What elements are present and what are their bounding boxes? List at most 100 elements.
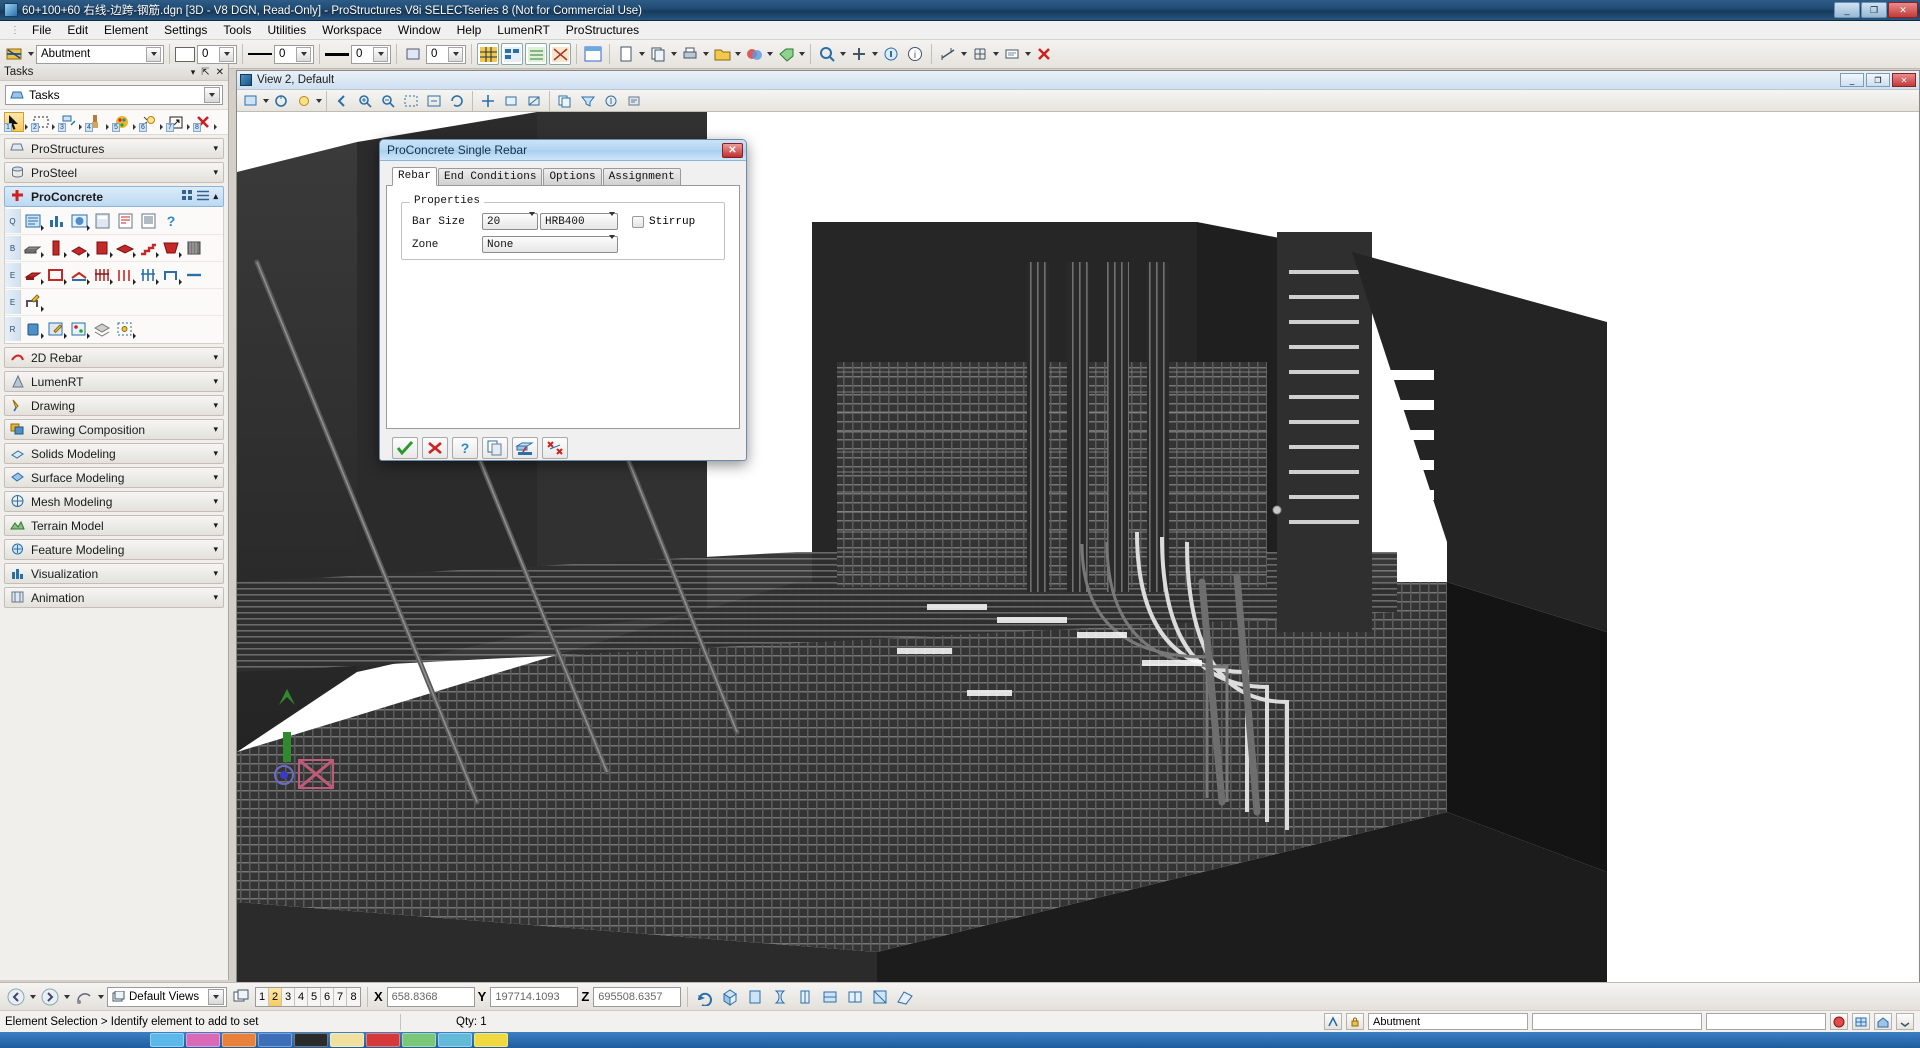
menu-item-settings[interactable]: Settings [156,21,215,39]
grid-snap-caret[interactable] [993,52,999,56]
single-rebar-icon[interactable] [22,264,44,286]
view-attributes-icon[interactable] [240,90,262,112]
menu-item-help[interactable]: Help [449,21,490,39]
edit-shape-icon[interactable] [45,318,67,340]
alert-icon[interactable] [1830,1013,1848,1030]
references-icon[interactable] [549,43,571,65]
tasks-panel-pin-icon[interactable]: ⇱ [201,67,209,78]
view-number-4[interactable]: 4 [295,987,308,1006]
concrete-wall-icon[interactable] [91,237,113,259]
chevron-down-icon[interactable]: ▾ [213,544,218,555]
rebar-help-icon[interactable]: ? [160,210,182,232]
concrete-custom-icon[interactable] [183,237,205,259]
fence-expand-arrow[interactable] [52,114,57,130]
view-number-5[interactable]: 5 [308,987,321,1006]
color-combo[interactable]: 0 [197,44,237,64]
tab-end-conditions[interactable]: End Conditions [438,168,543,185]
level-combo[interactable]: Abutment [36,44,164,64]
rebar-spacing-icon[interactable] [137,264,159,286]
table-icon[interactable] [1852,1013,1870,1030]
rebar-edit-icon[interactable] [22,291,44,313]
manipulate-expand-arrow[interactable] [79,114,84,130]
bar-size-caret-icon[interactable] [523,211,535,228]
view-top-icon[interactable] [744,986,766,1008]
sidebar-item-drawing-composition[interactable]: Drawing Composition ▾ [4,419,224,440]
view-window-icon[interactable] [582,43,604,65]
info-icon[interactable]: i [904,43,926,65]
place-on-solid-button[interactable] [512,437,538,459]
sidebar-item-terrain-model[interactable]: Terrain Model ▾ [4,515,224,536]
measure-distance-icon[interactable] [937,43,959,65]
element-selection-expand-arrow[interactable] [25,114,30,130]
rebar-list-icon[interactable] [137,210,159,232]
concrete-column-icon[interactable] [45,237,67,259]
delete-element-tool[interactable]: 8 [193,112,213,132]
sidebar-item-solids-modeling[interactable]: Solids Modeling ▾ [4,443,224,464]
zoom-out-icon[interactable] [377,90,399,112]
chevron-down-icon[interactable]: ▾ [213,496,218,507]
pan-view-icon[interactable] [477,90,499,112]
concrete-slab-icon[interactable] [114,237,136,259]
new-file-caret[interactable] [639,52,645,56]
folder-icon[interactable] [711,43,733,65]
grade-caret-icon[interactable] [603,211,615,228]
taskbar-item[interactable] [474,1033,508,1047]
display-style-icon[interactable] [293,90,315,112]
apply-button[interactable] [392,437,418,459]
copy-view-icon[interactable] [554,90,576,112]
tags-icon[interactable] [775,43,797,65]
update-view-icon[interactable] [270,90,292,112]
measure-caret[interactable] [961,52,967,56]
close-button[interactable]: ✕ [1888,2,1918,18]
palette-expand-arrow[interactable] [133,114,138,130]
view-number-6[interactable]: 6 [321,987,334,1006]
view-number-2[interactable]: 2 [269,987,282,1006]
snap-icon[interactable] [1324,1013,1342,1030]
analyze-icon[interactable] [880,43,902,65]
concrete-channel-icon[interactable] [160,237,182,259]
rebar-3d-icon[interactable] [68,210,90,232]
fence-tool[interactable]: 2 [31,112,51,132]
coordinate-z-value[interactable]: 695508.6357 [593,986,682,1007]
concrete-footing-icon[interactable] [68,237,90,259]
weight-combo-caret[interactable] [373,46,388,62]
concrete-beam-icon[interactable] [22,237,44,259]
view-clip-icon[interactable] [500,90,522,112]
menu-item-file[interactable]: File [24,21,59,39]
rebar-mesh-icon[interactable] [68,264,90,286]
filter-icon[interactable] [577,90,599,112]
groups-expand-arrow[interactable] [187,114,192,130]
rebar-distribution-icon[interactable] [114,264,136,286]
sidebar-item-visualization[interactable]: Visualization ▾ [4,563,224,584]
copy-paste-icon[interactable] [647,43,669,65]
sidebar-item-proconcrete[interactable]: ProConcrete ▴ [4,186,224,207]
chevron-up-icon[interactable]: ▴ [213,191,218,202]
level-manager-icon[interactable] [525,43,547,65]
points-grid-icon[interactable] [114,318,136,340]
colors-icon[interactable] [743,43,765,65]
back-arrow-icon[interactable] [5,986,27,1008]
measure-expand-arrow[interactable] [160,114,165,130]
maximize-button[interactable]: ❐ [1861,2,1887,18]
colors-caret[interactable] [767,52,773,56]
stirrup-checkbox[interactable] [632,215,644,228]
view-number-8[interactable]: 8 [347,987,360,1006]
active-level-icon[interactable] [4,43,26,65]
sidebar-item-prostructures[interactable]: ProStructures ▾ [4,138,224,159]
taskbar-item[interactable] [186,1033,220,1047]
weight-combo[interactable]: 0 [351,44,391,64]
change-attributes-expand-arrow[interactable] [106,114,111,130]
coordinate-x-value[interactable]: 658.8368 [386,986,475,1007]
rebar-settings-icon[interactable] [22,210,44,232]
view-maximize-button[interactable]: ❐ [1866,73,1890,87]
grid-view-icon[interactable] [182,189,193,204]
chevron-down-icon[interactable]: ▾ [213,424,218,435]
folder-caret[interactable] [735,52,741,56]
fit-view-icon[interactable] [423,90,445,112]
stirrup-checkbox-wrap[interactable]: Stirrup [632,215,695,228]
zoom-in-icon[interactable] [354,90,376,112]
taskbar-item[interactable] [366,1033,400,1047]
views-combo[interactable]: Default Views [107,986,227,1007]
taskbar-item[interactable] [222,1033,256,1047]
view-number-1[interactable]: 1 [256,987,269,1006]
